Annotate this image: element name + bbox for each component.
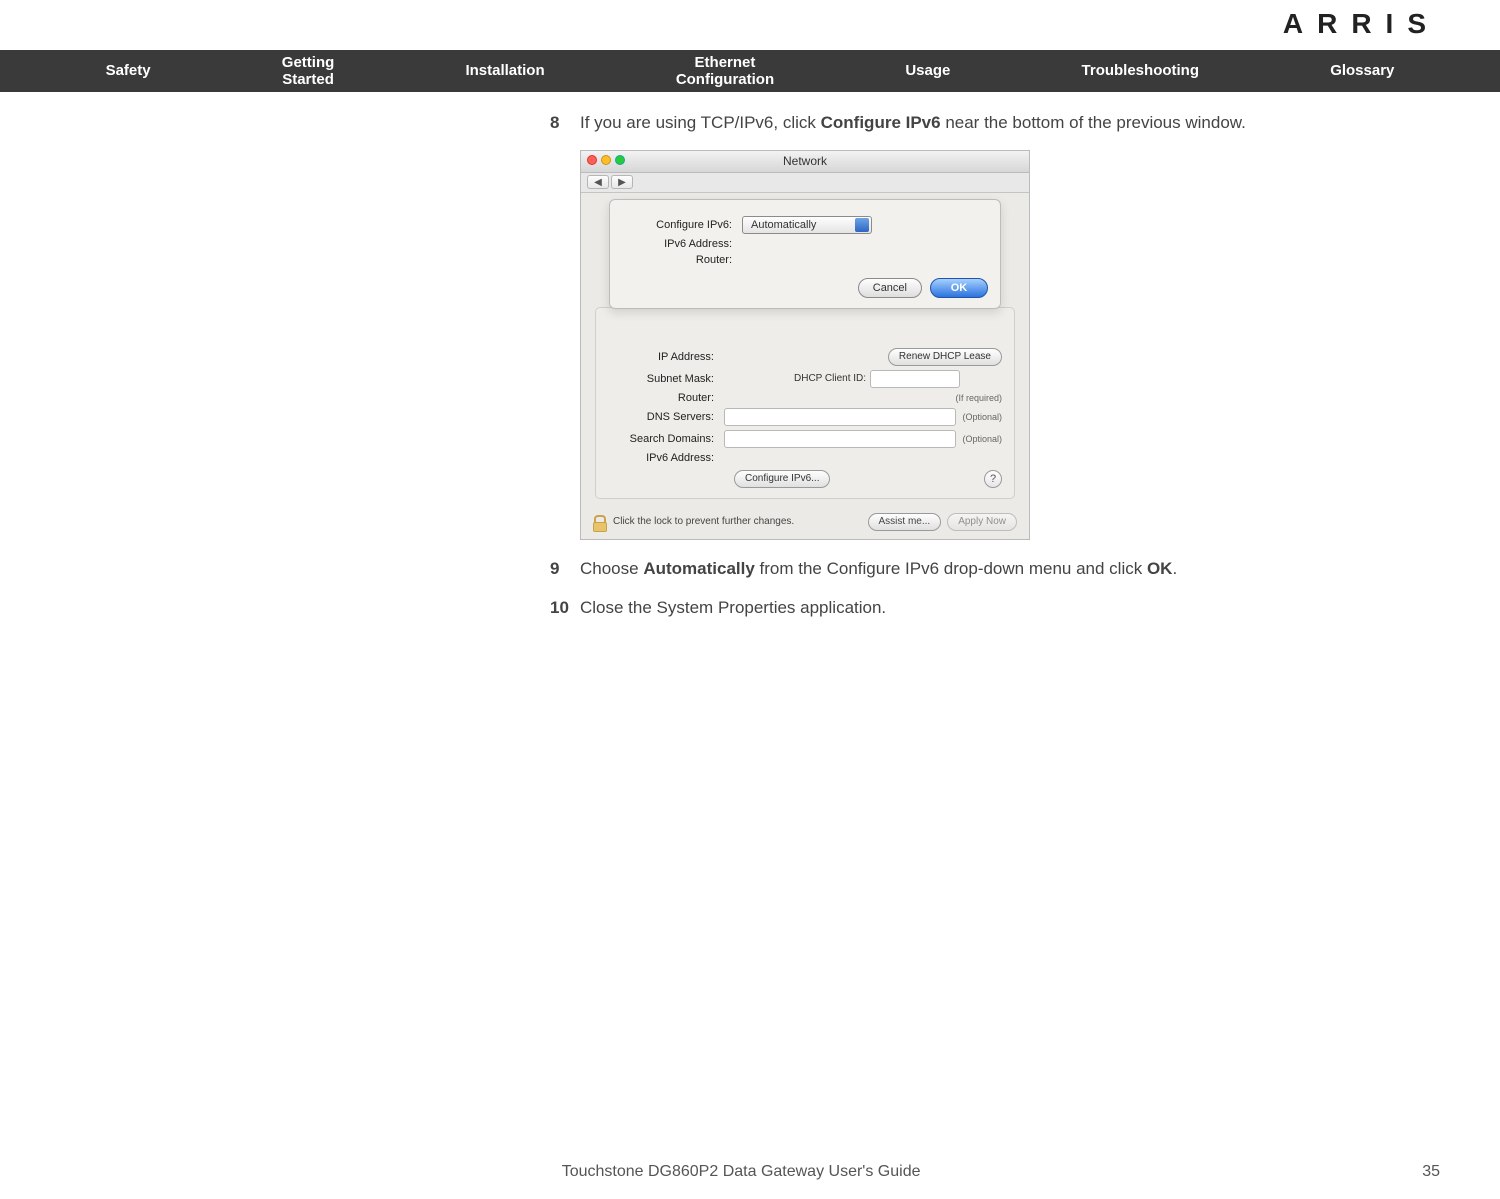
assist-me-button[interactable]: Assist me... xyxy=(868,513,942,531)
ipv6-address-label: IPv6 Address: xyxy=(622,238,742,250)
text-bold: Configure IPv6 xyxy=(821,113,941,132)
nav-installation[interactable]: Installation xyxy=(465,62,544,79)
brand-logo: ARRIS xyxy=(1283,8,1440,40)
nav-troubleshooting[interactable]: Troubleshooting xyxy=(1082,62,1200,79)
nav-line1: Ethernet xyxy=(676,54,774,71)
traffic-lights xyxy=(587,155,625,165)
text-part: Choose xyxy=(580,559,643,578)
configure-ipv6-label: Configure IPv6: xyxy=(622,219,742,231)
step-9: 9 Choose Automatically from the Configur… xyxy=(550,556,1460,582)
text-part: If you are using TCP/IPv6, click xyxy=(580,113,821,132)
nav-safety[interactable]: Safety xyxy=(106,62,151,79)
cancel-button[interactable]: Cancel xyxy=(858,278,922,298)
subnet-mask-label: Subnet Mask: xyxy=(608,373,724,385)
help-icon[interactable]: ? xyxy=(984,470,1002,488)
nav-getting-started[interactable]: Getting Started xyxy=(282,54,335,89)
nav-line1: Getting xyxy=(282,54,335,71)
page-number: 35 xyxy=(1422,1163,1440,1181)
ipv6-address-label-2: IPv6 Address: xyxy=(608,452,724,464)
ok-button[interactable]: OK xyxy=(930,278,988,298)
step-8: 8 If you are using TCP/IPv6, click Confi… xyxy=(550,110,1460,136)
step-number: 9 xyxy=(550,556,580,582)
dhcp-client-id-input[interactable] xyxy=(870,370,960,388)
renew-dhcp-button[interactable]: Renew DHCP Lease xyxy=(888,348,1002,366)
tcpip-panel: IP Address: Renew DHCP Lease Subnet Mask… xyxy=(595,307,1015,499)
dhcp-client-id-label: DHCP Client ID: xyxy=(794,373,866,384)
step-number: 8 xyxy=(550,110,580,136)
configure-ipv6-button[interactable]: Configure IPv6... xyxy=(734,470,830,488)
configure-ipv6-select[interactable]: Automatically xyxy=(742,216,872,234)
dns-servers-input[interactable] xyxy=(724,408,956,426)
content-area: 8 If you are using TCP/IPv6, click Confi… xyxy=(550,110,1460,635)
nav-line2: Glossary xyxy=(1330,62,1394,79)
nav-line2: Configuration xyxy=(676,71,774,88)
router-label-2: Router: xyxy=(608,392,724,404)
window-titlebar: Network xyxy=(581,151,1029,173)
close-icon[interactable] xyxy=(587,155,597,165)
optional-note-2: (Optional) xyxy=(962,434,1002,444)
optional-note: (Optional) xyxy=(962,412,1002,422)
step-text: If you are using TCP/IPv6, click Configu… xyxy=(580,110,1460,136)
text-part: near the bottom of the previous window. xyxy=(941,113,1246,132)
window-toolbar: ◀ ▶ xyxy=(581,173,1029,193)
window-title: Network xyxy=(783,154,827,168)
back-button[interactable]: ◀ xyxy=(587,175,609,189)
nav-line2: Troubleshooting xyxy=(1082,62,1200,79)
nav-line2: Usage xyxy=(905,62,950,79)
lock-row: Click the lock to prevent further change… xyxy=(581,507,1029,539)
select-value: Automatically xyxy=(751,219,816,231)
lock-icon[interactable] xyxy=(593,515,607,529)
nav-ethernet-config[interactable]: Ethernet Configuration xyxy=(676,54,774,89)
step-10: 10 Close the System Properties applicati… xyxy=(550,595,1460,621)
zoom-icon[interactable] xyxy=(615,155,625,165)
nav-line2: Started xyxy=(282,71,335,88)
ipv6-sheet: Configure IPv6: Automatically IPv6 Addre… xyxy=(609,199,1001,309)
if-required-note: (If required) xyxy=(955,393,1002,403)
minimize-icon[interactable] xyxy=(601,155,611,165)
nav-line2: Safety xyxy=(106,62,151,79)
step-text: Close the System Properties application. xyxy=(580,595,1460,621)
text-part: . xyxy=(1172,559,1177,578)
top-nav: Safety Getting Started Installation Ethe… xyxy=(0,50,1500,92)
forward-button[interactable]: ▶ xyxy=(611,175,633,189)
dns-servers-label: DNS Servers: xyxy=(608,411,724,423)
apply-now-button[interactable]: Apply Now xyxy=(947,513,1017,531)
nav-line2: Installation xyxy=(465,62,544,79)
ip-address-label: IP Address: xyxy=(608,351,724,363)
lock-text: Click the lock to prevent further change… xyxy=(613,516,794,527)
search-domains-input[interactable] xyxy=(724,430,956,448)
text-bold: OK xyxy=(1147,559,1173,578)
search-domains-label: Search Domains: xyxy=(608,433,724,445)
page-footer: Touchstone DG860P2 Data Gateway User's G… xyxy=(60,1163,1440,1181)
screenshot-network-panel: Network ◀ ▶ Configure IPv6: Automaticall… xyxy=(580,150,1030,540)
text-bold: Automatically xyxy=(643,559,754,578)
step-number: 10 xyxy=(550,595,580,621)
text-part: from the Configure IPv6 drop-down menu a… xyxy=(755,559,1147,578)
footer-title: Touchstone DG860P2 Data Gateway User's G… xyxy=(60,1163,1422,1181)
nav-usage[interactable]: Usage xyxy=(905,62,950,79)
step-text: Choose Automatically from the Configure … xyxy=(580,556,1460,582)
router-label: Router: xyxy=(622,254,742,266)
nav-glossary[interactable]: Glossary xyxy=(1330,62,1394,79)
